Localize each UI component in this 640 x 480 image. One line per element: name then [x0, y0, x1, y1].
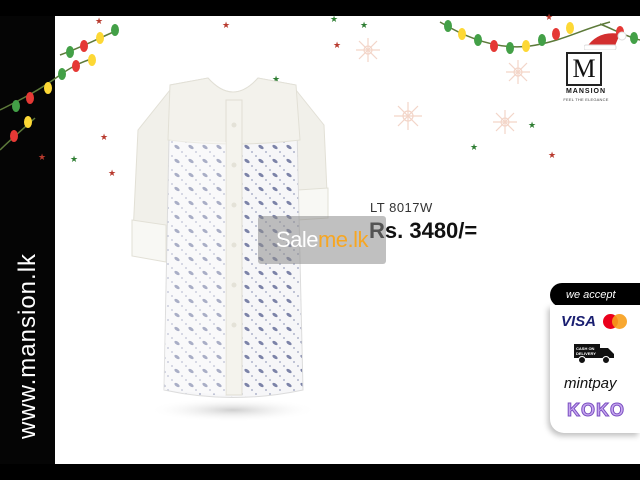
watermark-accent-text: me.lk: [317, 227, 369, 252]
svg-text:★: ★: [95, 16, 103, 26]
fairy-light-icon: [10, 24, 119, 142]
logo-letter: M: [566, 52, 602, 86]
bottom-border: [0, 464, 640, 480]
product-sku: LT 8017W: [370, 200, 433, 215]
santa-hat-icon: [584, 31, 627, 50]
koko-logo: KOKO: [567, 400, 625, 421]
svg-text:★: ★: [333, 40, 341, 50]
payment-header: we accept: [550, 283, 640, 307]
svg-text:★: ★: [70, 154, 78, 164]
cash-on-delivery-icon: CASH ON DELIVERY: [574, 344, 614, 364]
saleme-watermark: Sale me.lk: [258, 216, 386, 264]
cod-line-2: DELIVERY: [576, 351, 596, 356]
svg-text:★: ★: [360, 20, 368, 30]
mansion-logo[interactable]: M MANSION FEEL THE ELEGANCE: [562, 31, 627, 104]
svg-text:★: ★: [548, 150, 556, 160]
logo-tagline: FEEL THE ELEGANCE: [563, 97, 609, 102]
snowflake-icon: [356, 38, 530, 134]
svg-text:★: ★: [38, 152, 46, 162]
payment-methods-panel: VISA CASH ON DELIVERY mintpay KOKO: [550, 305, 640, 433]
svg-text:★: ★: [545, 12, 553, 22]
svg-text:★: ★: [100, 132, 108, 142]
svg-text:★: ★: [108, 168, 116, 178]
svg-text:★: ★: [470, 142, 478, 152]
watermark-text: Sale: [275, 227, 319, 252]
svg-text:★: ★: [330, 14, 338, 24]
svg-text:★: ★: [222, 20, 230, 30]
visa-logo: VISA: [561, 313, 597, 330]
mintpay-logo: mintpay: [564, 375, 617, 392]
banner-canvas: www.mansion.lk ★ ★ ★ ★ ★ ★ ★ ★ ★ ★ ★ ★ ★ ★: [0, 0, 640, 480]
mastercard-icon: [603, 314, 627, 330]
logo-name: MANSION: [565, 88, 607, 95]
svg-text:★: ★: [528, 120, 536, 130]
